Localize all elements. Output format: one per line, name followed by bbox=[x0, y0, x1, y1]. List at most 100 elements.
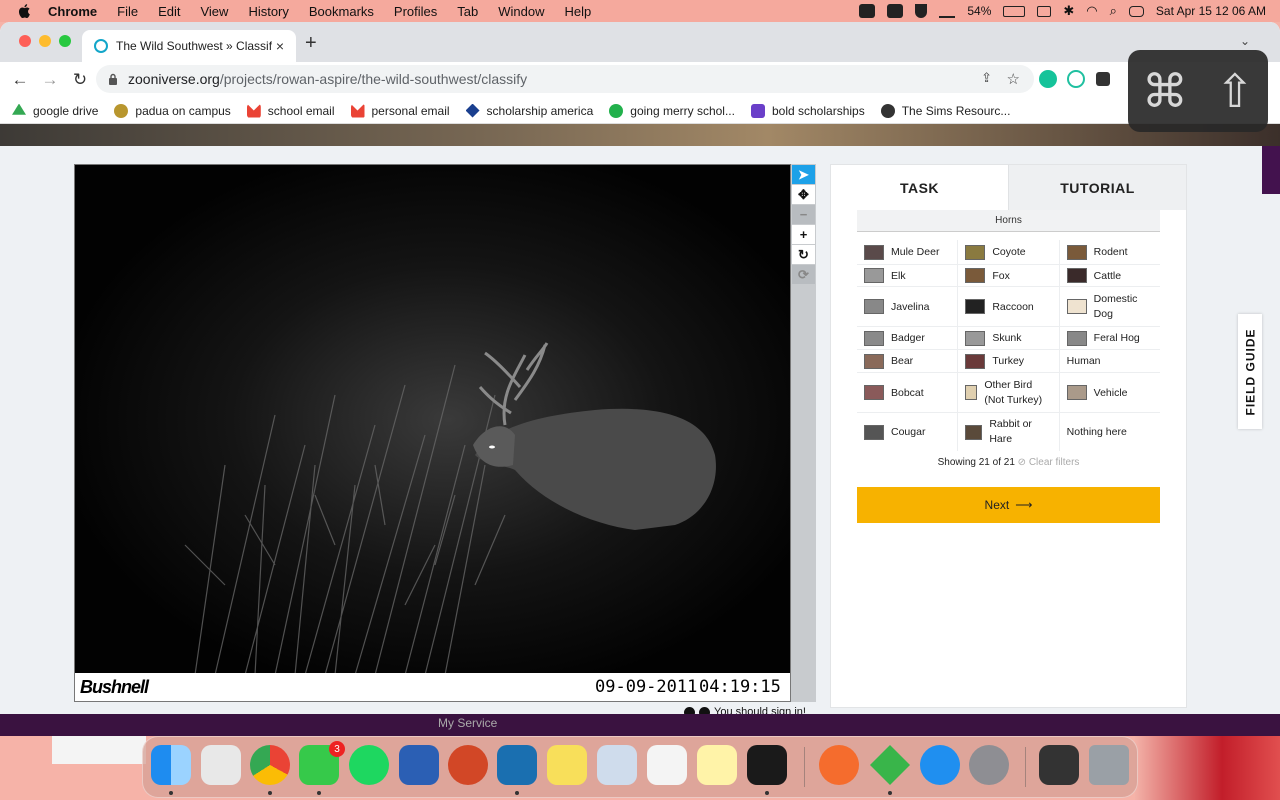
clear-filters-link[interactable]: ⊘ Clear filters bbox=[1018, 457, 1080, 468]
green-extension-icon[interactable] bbox=[1067, 70, 1085, 88]
reset-icon[interactable]: ⟳ bbox=[792, 265, 815, 284]
close-window-button[interactable] bbox=[19, 35, 31, 47]
battery-icon[interactable] bbox=[1003, 5, 1026, 17]
shield-icon[interactable] bbox=[915, 4, 928, 18]
new-tab-icon[interactable]: + bbox=[305, 32, 317, 55]
zoom-window-button[interactable] bbox=[59, 35, 71, 47]
activity-monitor-icon[interactable] bbox=[747, 745, 787, 785]
species-rabbit-or-hare[interactable]: Rabbit or Hare bbox=[958, 413, 1060, 451]
bookmark-star-icon[interactable]: ☆ bbox=[1007, 70, 1020, 88]
species-nothing-here[interactable]: Nothing here bbox=[1060, 413, 1160, 451]
tab-tutorial[interactable]: TUTORIAL bbox=[1008, 165, 1186, 210]
word-icon[interactable] bbox=[399, 745, 439, 785]
species-skunk[interactable]: Skunk bbox=[958, 327, 1060, 349]
spotify-icon[interactable] bbox=[349, 745, 389, 785]
species-elk[interactable]: Elk bbox=[857, 265, 959, 286]
species-rodent[interactable]: Rodent bbox=[1060, 240, 1160, 264]
preview-icon[interactable] bbox=[597, 745, 637, 785]
subject-image-viewer[interactable]: Bushnell 09-09-2011 04:19:15 bbox=[74, 164, 791, 702]
bookmark-padua[interactable]: padua on campus bbox=[114, 103, 231, 118]
species-vehicle[interactable]: Vehicle bbox=[1060, 373, 1160, 412]
next-button[interactable]: Next ⟶ bbox=[857, 487, 1160, 523]
menu-bookmarks[interactable]: Bookmarks bbox=[309, 4, 374, 19]
bookmark-school-email[interactable]: school email bbox=[246, 103, 335, 118]
menu-history[interactable]: History bbox=[248, 4, 288, 19]
species-coyote[interactable]: Coyote bbox=[958, 240, 1060, 264]
minimize-window-button[interactable] bbox=[39, 35, 51, 47]
forward-arrow-icon[interactable]: → bbox=[38, 70, 62, 90]
launchpad-icon[interactable] bbox=[201, 745, 241, 785]
share-icon[interactable]: ⇪ bbox=[981, 70, 992, 86]
zoom-out-icon[interactable]: − bbox=[792, 205, 815, 224]
google-drive-icon bbox=[12, 103, 26, 115]
control-center-icon[interactable] bbox=[1128, 5, 1144, 17]
system-preferences-icon[interactable] bbox=[969, 745, 1009, 785]
menu-view[interactable]: View bbox=[200, 4, 228, 19]
menu-window[interactable]: Window bbox=[498, 4, 544, 19]
species-bear[interactable]: Bear bbox=[857, 350, 959, 372]
s-app-icon[interactable] bbox=[859, 4, 876, 18]
triangle-app-icon[interactable] bbox=[887, 4, 904, 18]
menu-profiles[interactable]: Profiles bbox=[394, 4, 437, 19]
browser-tab-active[interactable]: The Wild Southwest » Classify × bbox=[82, 30, 296, 62]
apple-menu-icon[interactable] bbox=[16, 4, 34, 18]
extensions-puzzle-icon[interactable] bbox=[1096, 72, 1110, 86]
species-human[interactable]: Human bbox=[1060, 350, 1160, 372]
species-cougar[interactable]: Cougar bbox=[857, 413, 959, 451]
menu-tab[interactable]: Tab bbox=[457, 4, 478, 19]
kindle-icon[interactable] bbox=[497, 745, 537, 785]
wifi-icon[interactable]: ◠ bbox=[1086, 3, 1097, 19]
field-guide-tab[interactable]: FIELD GUIDE bbox=[1238, 314, 1262, 429]
stickies-icon[interactable] bbox=[547, 745, 587, 785]
spotlight-icon[interactable]: ⌕ bbox=[1110, 3, 1117, 19]
bookmark-personal-email[interactable]: personal email bbox=[350, 103, 450, 118]
chrome-icon[interactable] bbox=[250, 745, 290, 785]
pointer-tool-icon[interactable]: ➤ bbox=[792, 165, 815, 184]
safari-icon[interactable] bbox=[920, 745, 960, 785]
species-mule-deer[interactable]: Mule Deer bbox=[857, 240, 959, 264]
menu-help[interactable]: Help bbox=[565, 4, 592, 19]
menu-datetime[interactable]: Sat Apr 15 12 06 AM bbox=[1156, 4, 1266, 18]
species-feral-hog[interactable]: Feral Hog bbox=[1060, 327, 1160, 349]
bookmark-sims-resource[interactable]: The Sims Resourc... bbox=[880, 103, 1010, 118]
species-badger[interactable]: Badger bbox=[857, 327, 959, 349]
filter-horns[interactable]: Horns bbox=[857, 210, 1160, 232]
notes-icon[interactable] bbox=[697, 745, 737, 785]
tab-task[interactable]: TASK bbox=[831, 165, 1008, 210]
bookmark-bold-scholarships[interactable]: bold scholarships bbox=[750, 103, 865, 118]
menu-file[interactable]: File bbox=[117, 4, 138, 19]
upload-icon[interactable] bbox=[939, 4, 956, 18]
zoom-in-icon[interactable]: + bbox=[792, 225, 815, 244]
address-bar[interactable]: zooniverse.org/projects/rowan-aspire/the… bbox=[96, 65, 1034, 93]
trash-icon[interactable] bbox=[1089, 745, 1129, 785]
solitaire-icon[interactable] bbox=[647, 745, 687, 785]
tab-close-icon[interactable]: × bbox=[272, 38, 288, 54]
reload-icon[interactable]: ↻ bbox=[68, 70, 92, 90]
lock-icon[interactable] bbox=[108, 73, 118, 85]
bookmark-scholarship-america[interactable]: scholarship america bbox=[465, 103, 593, 118]
species-bobcat[interactable]: Bobcat bbox=[857, 373, 959, 412]
bluetooth-icon[interactable]: ✱ bbox=[1063, 3, 1074, 19]
tab-search-chevron-icon[interactable]: ⌄ bbox=[1240, 34, 1250, 48]
bookmark-going-merry[interactable]: going merry schol... bbox=[609, 103, 735, 118]
species-fox[interactable]: Fox bbox=[958, 265, 1060, 286]
finder-icon[interactable] bbox=[151, 745, 191, 785]
menu-app-name[interactable]: Chrome bbox=[48, 4, 97, 19]
species-cattle[interactable]: Cattle bbox=[1060, 265, 1160, 286]
sims-icon[interactable] bbox=[870, 745, 910, 785]
screen-mirror-icon[interactable] bbox=[1037, 5, 1052, 17]
rotate-icon[interactable]: ↻ bbox=[792, 245, 815, 264]
species-javelina[interactable]: Javelina bbox=[857, 287, 959, 326]
species-raccoon[interactable]: Raccoon bbox=[958, 287, 1060, 326]
powerpoint-icon[interactable] bbox=[448, 745, 488, 785]
minimized-window-icon[interactable] bbox=[1039, 745, 1079, 785]
species-turkey[interactable]: Turkey bbox=[958, 350, 1060, 372]
species-domestic-dog[interactable]: Domestic Dog bbox=[1060, 287, 1160, 326]
bookmark-google-drive[interactable]: google drive bbox=[12, 103, 98, 118]
menu-edit[interactable]: Edit bbox=[158, 4, 180, 19]
back-arrow-icon[interactable]: ← bbox=[8, 70, 32, 90]
move-tool-icon[interactable]: ✥ bbox=[792, 185, 815, 204]
origin-icon[interactable] bbox=[819, 745, 859, 785]
species-other-bird[interactable]: Other Bird (Not Turkey) bbox=[958, 373, 1060, 412]
grammarly-extension-icon[interactable] bbox=[1039, 70, 1057, 88]
